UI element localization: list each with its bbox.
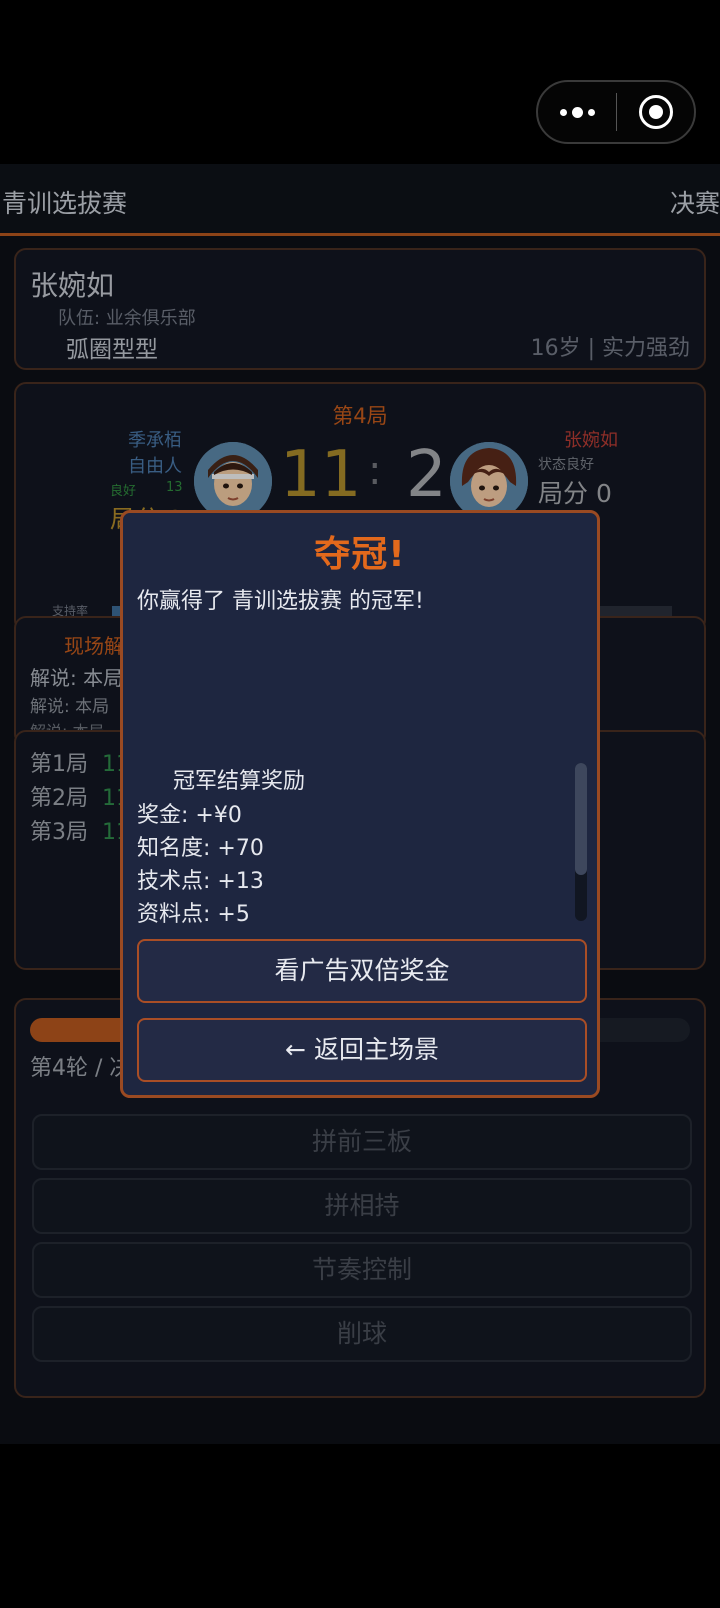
back-to-main-button[interactable]: ← 返回主场景	[137, 1018, 587, 1082]
reward-prize: 奖金: +¥0	[137, 803, 242, 828]
double-reward-ad-button[interactable]: 看广告双倍奖金	[137, 939, 587, 1003]
reward-fame: 知名度: +70	[137, 836, 264, 861]
mini-program-capsule	[536, 80, 696, 144]
target-circle-icon[interactable]	[617, 95, 694, 129]
screen: 青训选拔赛 决赛 张婉如 队伍: 业余俱乐部 弧圈型型 16岁 | 实力强劲 第…	[0, 0, 720, 1608]
more-dots-icon[interactable]	[538, 82, 616, 142]
dialog-title: 夺冠!	[314, 534, 406, 575]
scrollbar-thumb[interactable]	[575, 763, 587, 875]
champion-dialog: 夺冠! 你赢得了 青训选拔赛 的冠军! 冠军结算奖励 奖金: +¥0 知名度: …	[120, 510, 600, 1098]
reward-skill-points: 技术点: +13	[137, 869, 264, 894]
reward-title: 冠军结算奖励	[173, 769, 306, 794]
bottom-safe-area	[0, 1444, 720, 1608]
reward-data-points: 资料点: +5	[137, 902, 250, 927]
reward-scrollbar[interactable]	[575, 763, 587, 921]
win-message: 你赢得了 青训选拔赛 的冠军!	[137, 589, 424, 614]
